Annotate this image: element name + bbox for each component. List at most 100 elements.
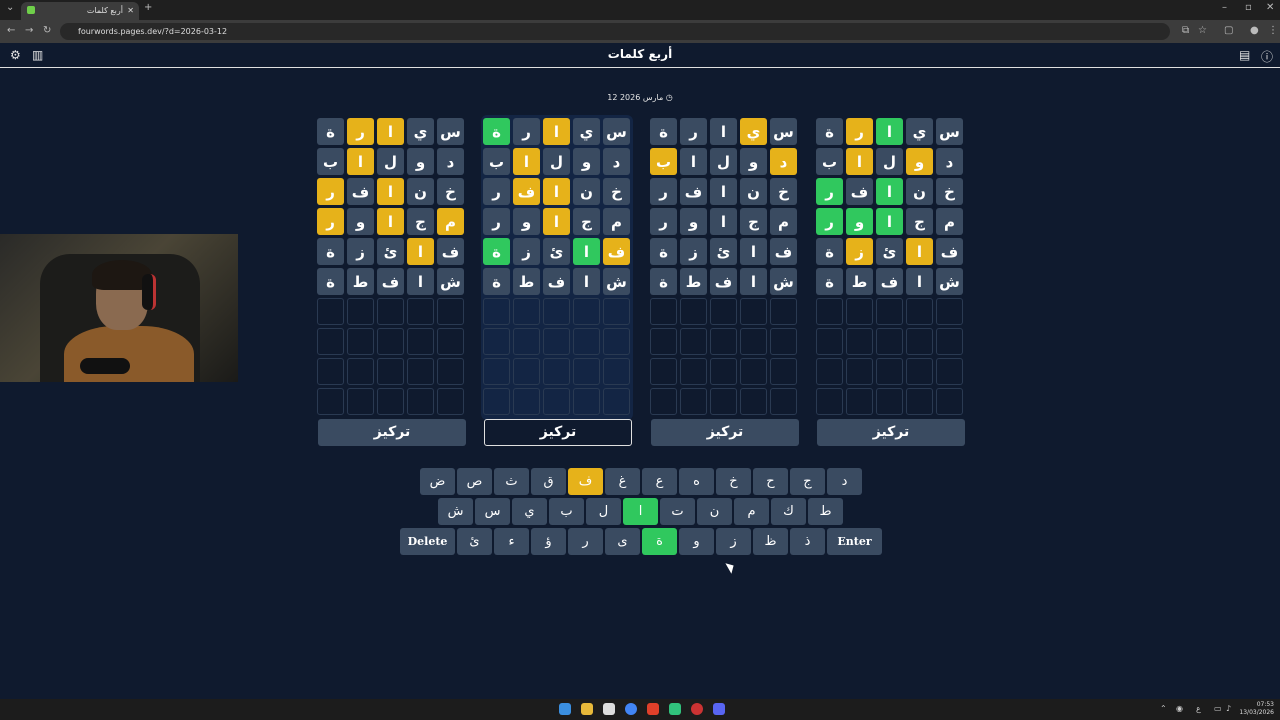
board-tile: ب bbox=[483, 148, 510, 175]
focus-button-board-3[interactable]: تركيز bbox=[484, 419, 632, 446]
letter-key[interactable]: م bbox=[734, 498, 769, 525]
chrome-icon[interactable] bbox=[625, 703, 637, 715]
empty-tile bbox=[816, 328, 843, 355]
letter-key[interactable]: ص bbox=[457, 468, 492, 495]
board-tile: ي bbox=[407, 118, 434, 145]
bookmark-star-icon[interactable]: ☆ bbox=[1198, 25, 1207, 36]
letter-key[interactable]: غ bbox=[605, 468, 640, 495]
letter-key[interactable]: ذ bbox=[790, 528, 825, 555]
letter-key[interactable]: ء bbox=[494, 528, 529, 555]
letter-key[interactable]: ؤ bbox=[531, 528, 566, 555]
browser-tab[interactable]: أربع كلمات ✕ bbox=[21, 2, 139, 20]
empty-tile bbox=[770, 298, 797, 325]
start-windows-icon[interactable] bbox=[559, 703, 571, 715]
forward-icon[interactable]: → bbox=[25, 25, 33, 36]
profile-avatar-icon[interactable]: ● bbox=[1250, 25, 1259, 36]
letter-key[interactable]: ح bbox=[753, 468, 788, 495]
letter-key[interactable]: ب bbox=[549, 498, 584, 525]
empty-tile bbox=[650, 328, 677, 355]
tab-close-icon[interactable]: ✕ bbox=[127, 3, 134, 19]
minimize-icon[interactable]: – bbox=[1222, 2, 1227, 13]
url-field[interactable]: fourwords.pages.dev/?d=2026-03-12 bbox=[60, 23, 1170, 40]
letter-key[interactable]: ت bbox=[660, 498, 695, 525]
board-tile: ش bbox=[770, 268, 797, 295]
letter-key[interactable]: ق bbox=[531, 468, 566, 495]
word-board-3[interactable]: سيارةدولابخنافرمجاورفائزةشافطة bbox=[481, 115, 633, 420]
letter-key[interactable]: ه bbox=[679, 468, 714, 495]
letter-key[interactable]: ف bbox=[568, 468, 603, 495]
tray-volume-icon[interactable]: ♪ bbox=[1226, 704, 1231, 713]
tray-chevron-icon[interactable]: ⌃ bbox=[1160, 704, 1167, 713]
empty-tile bbox=[543, 388, 570, 415]
letter-key[interactable]: د bbox=[827, 468, 862, 495]
letter-key[interactable]: س bbox=[475, 498, 510, 525]
enter-key[interactable]: Enter bbox=[827, 528, 882, 555]
file-explorer-icon[interactable] bbox=[581, 703, 593, 715]
empty-tile bbox=[317, 328, 344, 355]
focus-button-board-4[interactable]: تركيز bbox=[318, 419, 466, 446]
board-tile: م bbox=[770, 208, 797, 235]
board-tile: ا bbox=[543, 178, 570, 205]
focus-button-board-1[interactable]: تركيز bbox=[817, 419, 965, 446]
word-board-1[interactable]: سيارةدولابخنافرمجاورفائزةشافطة bbox=[814, 115, 966, 420]
empty-tile bbox=[710, 388, 737, 415]
letter-key[interactable]: و bbox=[679, 528, 714, 555]
brave-icon[interactable] bbox=[647, 703, 659, 715]
info-icon[interactable]: ⓘ bbox=[1261, 48, 1273, 65]
letter-key[interactable]: ا bbox=[623, 498, 658, 525]
window-close-icon[interactable]: ✕ bbox=[1266, 2, 1274, 13]
letter-key[interactable]: ى bbox=[605, 528, 640, 555]
letter-key[interactable]: ك bbox=[771, 498, 806, 525]
restore-icon[interactable]: ▫ bbox=[1245, 2, 1252, 13]
board-tile: ف bbox=[347, 178, 374, 205]
board-tile: ش bbox=[936, 268, 963, 295]
obs-icon[interactable] bbox=[691, 703, 703, 715]
letter-key[interactable]: خ bbox=[716, 468, 751, 495]
tray-network-icon[interactable]: ▭ bbox=[1214, 704, 1222, 713]
word-board-4[interactable]: سيارةدولابخنافرمجاورفائزةشافطة bbox=[315, 115, 467, 420]
board-tile: ة bbox=[483, 118, 510, 145]
letter-key[interactable]: ض bbox=[420, 468, 455, 495]
focus-button-board-2[interactable]: تركيز bbox=[651, 419, 799, 446]
browser-menu-icon[interactable]: ⋮ bbox=[1268, 25, 1278, 36]
tray-mic-icon[interactable]: ◉ bbox=[1176, 704, 1183, 713]
letter-key[interactable]: ج bbox=[790, 468, 825, 495]
letter-key[interactable]: ئ bbox=[457, 528, 492, 555]
store-icon[interactable] bbox=[603, 703, 615, 715]
clock-date: 13/03/2026 bbox=[1239, 709, 1274, 716]
board-tile: ا bbox=[876, 208, 903, 235]
letter-key[interactable]: ث bbox=[494, 468, 529, 495]
new-tab-icon[interactable]: + bbox=[144, 2, 152, 13]
clock-icon: ◷ bbox=[665, 93, 673, 102]
calendar-icon[interactable]: ▤ bbox=[1239, 48, 1250, 62]
extensions-icon[interactable]: ▢ bbox=[1224, 25, 1233, 36]
system-clock[interactable]: 07:53 13/03/2026 bbox=[1239, 701, 1274, 717]
letter-key[interactable]: ي bbox=[512, 498, 547, 525]
letter-key[interactable]: ر bbox=[568, 528, 603, 555]
back-icon[interactable]: ← bbox=[7, 25, 15, 36]
reload-icon[interactable]: ↻ bbox=[43, 25, 51, 36]
tab-search-icon[interactable]: ⌄ bbox=[6, 2, 14, 13]
board-tile: ز bbox=[680, 238, 707, 265]
letter-key[interactable]: ط bbox=[808, 498, 843, 525]
letter-key[interactable]: ظ bbox=[753, 528, 788, 555]
board-tile: ل bbox=[377, 148, 404, 175]
empty-tile bbox=[573, 388, 600, 415]
empty-tile bbox=[816, 298, 843, 325]
delete-key[interactable]: Delete bbox=[400, 528, 455, 555]
word-board-2[interactable]: سيارةدولابخنافرمجاورفائزةشافطة bbox=[648, 115, 800, 420]
empty-tile bbox=[603, 358, 630, 385]
letter-key[interactable]: ل bbox=[586, 498, 621, 525]
board-tile: ا bbox=[513, 148, 540, 175]
tray-language-icon[interactable]: ع bbox=[1196, 704, 1201, 713]
letter-key[interactable]: ع bbox=[642, 468, 677, 495]
board-tile: و bbox=[680, 208, 707, 235]
letter-key[interactable]: ن bbox=[697, 498, 732, 525]
board-tile: ط bbox=[680, 268, 707, 295]
letter-key[interactable]: ة bbox=[642, 528, 677, 555]
letter-key[interactable]: ز bbox=[716, 528, 751, 555]
letter-key[interactable]: ش bbox=[438, 498, 473, 525]
discord-icon[interactable] bbox=[713, 703, 725, 715]
app-green-icon[interactable] bbox=[669, 703, 681, 715]
install-app-icon[interactable]: ⧉ bbox=[1182, 25, 1189, 36]
